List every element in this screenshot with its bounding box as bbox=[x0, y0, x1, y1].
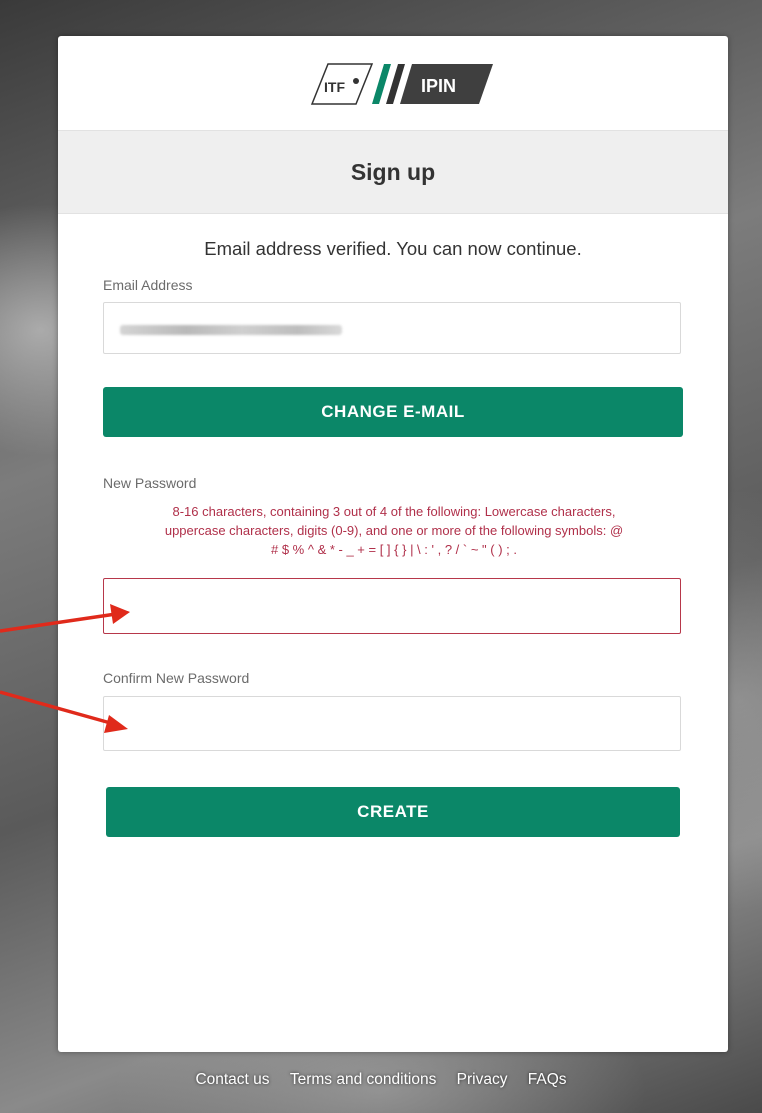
terms-link[interactable]: Terms and conditions bbox=[290, 1071, 436, 1088]
faqs-link[interactable]: FAQs bbox=[528, 1071, 567, 1088]
footer-links: Contact us Terms and conditions Privacy … bbox=[0, 1071, 762, 1089]
contact-us-link[interactable]: Contact us bbox=[195, 1071, 269, 1088]
annotation-arrows bbox=[0, 604, 130, 733]
arrow-to-new-password bbox=[0, 604, 130, 633]
privacy-link[interactable]: Privacy bbox=[457, 1071, 508, 1088]
arrow-to-confirm-password bbox=[0, 690, 128, 733]
